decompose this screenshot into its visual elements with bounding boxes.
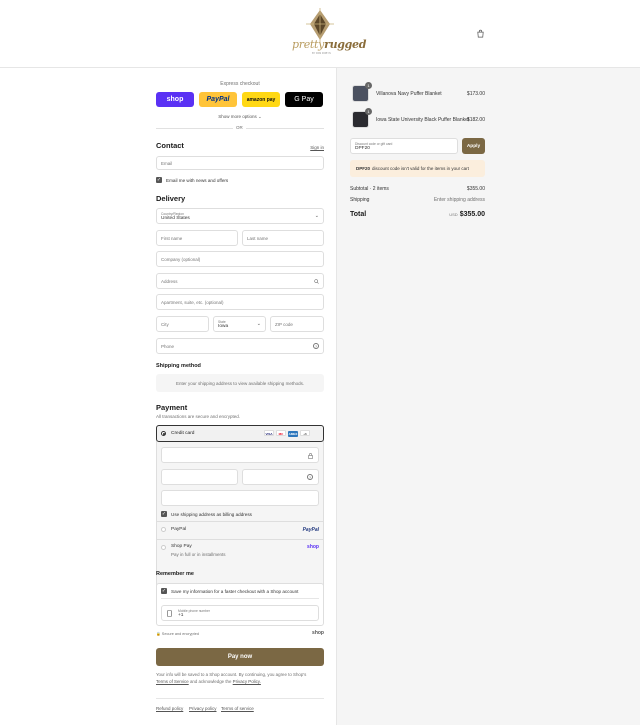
shop-pay-logo: shop [307, 544, 319, 550]
product-name: Iowa State University Black Puffer Blank… [376, 117, 470, 123]
visa-icon: VISA [264, 430, 274, 436]
product-price: $173.00 [466, 91, 485, 97]
save-info-checkbox[interactable]: ✓ [161, 588, 167, 594]
divider [157, 521, 323, 522]
shipping-value: Enter shipping address [433, 197, 485, 203]
google-pay-button[interactable]: G Pay [285, 92, 323, 107]
help-icon[interactable]: ? [307, 474, 313, 480]
expiry-field[interactable] [161, 469, 238, 485]
shipping-method-heading: Shipping method [156, 363, 201, 369]
quantity-badge: 1 [365, 82, 372, 89]
news-checkbox[interactable]: ✓ [156, 177, 162, 183]
mastercard-icon: MC [276, 430, 286, 436]
diamond-logo-icon [306, 8, 334, 42]
show-more-options-link[interactable]: Show more options ⌄ [156, 114, 324, 120]
zip-field[interactable]: ZIP code [270, 316, 324, 332]
brand-tagline: BY PAM ROBYN [312, 52, 331, 55]
product-name: Villanova Navy Puffer Blanket [376, 91, 442, 97]
paypal-button[interactable]: PayPal [199, 92, 237, 107]
lock-icon [308, 453, 313, 459]
credit-card-label: Credit card [171, 431, 195, 436]
card-number-field[interactable] [161, 447, 319, 463]
shop-pay-radio[interactable] [161, 545, 166, 550]
footer-link-privacy[interactable]: Privacy policy [189, 706, 217, 711]
name-on-card-field[interactable] [161, 490, 319, 506]
discount-input[interactable]: Discount code or gift card DPF20 [350, 138, 458, 154]
mobile-phone-icon [167, 610, 172, 617]
shop-pay-subtitle: Pay in full or in installments [171, 552, 226, 557]
news-label: Email me with news and offers [166, 178, 229, 183]
mobile-phone-field[interactable]: Mobile phone number +1 [161, 605, 319, 621]
discount-error-banner: DPF20 discount code isn't valid for the i… [350, 160, 485, 177]
payment-heading: Payment [156, 403, 188, 412]
footer-link-refund[interactable]: Refund policy [156, 706, 183, 711]
product-price: $182.00 [466, 117, 485, 123]
billing-address-label: Use shipping address as billing address [171, 512, 252, 517]
last-name-field[interactable]: Last name [242, 230, 324, 246]
save-info-label: Save my information for a faster checkou… [171, 589, 299, 594]
divider [161, 598, 319, 599]
divider [156, 698, 324, 699]
amex-icon: AMEX [288, 431, 298, 437]
brand-logo[interactable]: prettyrugged BY PAM ROBYN [290, 8, 366, 56]
company-field[interactable]: Company (optional) [156, 251, 324, 267]
brand-wordmark: prettyrugged [292, 38, 367, 51]
order-summary: 1 Villanova Navy Puffer Blanket $173.00 … [336, 68, 640, 725]
shipping-method-placeholder: Enter your shipping address to view avai… [156, 374, 324, 392]
shipping-label: Shipping [350, 197, 370, 203]
quantity-badge: 1 [365, 108, 372, 115]
express-checkout-title: Express checkout [220, 81, 260, 87]
footer-link-terms[interactable]: Terms of service [221, 706, 254, 711]
or-separator: OR [233, 125, 246, 130]
divider [157, 539, 323, 540]
security-code-field[interactable]: ? [242, 469, 319, 485]
search-icon [314, 279, 319, 284]
delivery-heading: Delivery [156, 194, 186, 203]
shop-pay-option-label[interactable]: Shop Pay [171, 544, 192, 549]
total-label: Total [350, 211, 367, 218]
chevron-down-icon: ⌄ [314, 213, 319, 219]
credit-card-radio[interactable] [161, 431, 166, 436]
billing-address-checkbox[interactable]: ✓ [161, 511, 167, 517]
product-thumbnail: 1 [352, 82, 372, 102]
state-select[interactable]: State Iowa ⌄ [213, 316, 266, 332]
currency-code: USD [449, 212, 458, 217]
paypal-logo: PayPal [302, 527, 319, 533]
email-field[interactable]: Email [156, 156, 324, 170]
total-value: USD $355.00 [449, 211, 485, 218]
sign-in-link[interactable]: Sign in [310, 145, 324, 150]
contact-heading: Contact [156, 141, 184, 150]
paypal-option-label[interactable]: PayPal [171, 527, 186, 532]
header: prettyrugged BY PAM ROBYN [0, 0, 640, 68]
address-field[interactable]: Address [156, 273, 324, 289]
privacy-link[interactable]: Privacy Policy. [233, 679, 261, 684]
city-field[interactable]: City [156, 316, 209, 332]
shopping-bag-icon[interactable] [476, 29, 485, 38]
help-icon[interactable]: ? [313, 343, 319, 349]
pay-now-button[interactable]: Pay now [156, 648, 324, 666]
product-thumbnail: 1 [352, 108, 372, 128]
card-brand-icons: VISA MC AMEX +6 [262, 430, 310, 437]
shop-logo: shop [312, 630, 324, 636]
paypal-radio[interactable] [161, 527, 166, 532]
apartment-field[interactable]: Apartment, suite, etc. (optional) [156, 294, 324, 310]
subtotal-value: $355.00 [466, 186, 485, 192]
phone-field[interactable]: Phone ? [156, 338, 324, 354]
amazon-pay-button[interactable]: amazon pay [242, 92, 280, 107]
country-select[interactable]: Country/Region United States ⌄ [156, 208, 324, 224]
secure-encrypted-label: 🔒 Secure and encrypted [156, 632, 199, 636]
remember-me-heading: Remember me [156, 571, 194, 577]
legal-text: Your info will be saved to a Shop accoun… [156, 672, 307, 684]
subtotal-label: Subtotal · 2 items [350, 186, 389, 192]
terms-link[interactable]: Terms of Service [156, 679, 189, 684]
chevron-down-icon: ⌄ [256, 321, 261, 327]
more-cards-badge: +6 [300, 430, 310, 436]
shop-pay-button[interactable]: shop [156, 92, 194, 107]
payment-subtitle: All transactions are secure and encrypte… [156, 414, 241, 419]
first-name-field[interactable]: First name [156, 230, 238, 246]
apply-button[interactable]: Apply [462, 138, 485, 154]
